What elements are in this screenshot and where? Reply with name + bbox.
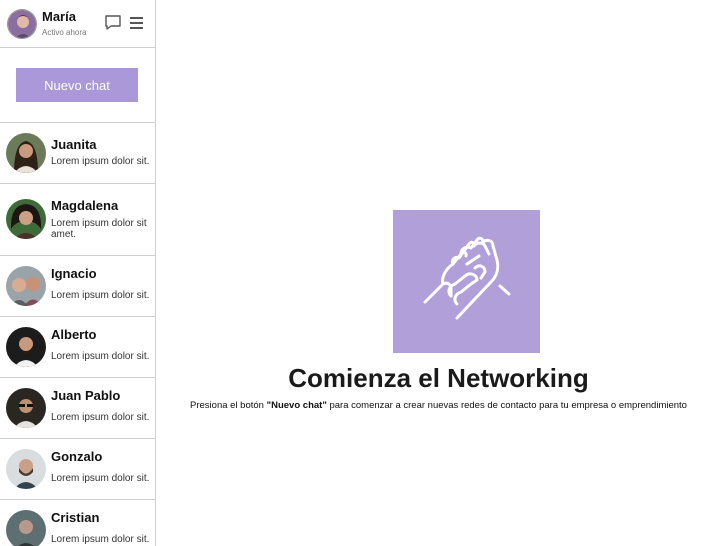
contact-avatar bbox=[6, 449, 46, 489]
contact-item-alberto[interactable]: Alberto Lorem ipsum dolor sit. bbox=[0, 317, 155, 378]
main-description: Presiona el botón "Nuevo chat" para come… bbox=[157, 400, 720, 411]
contact-avatar bbox=[6, 133, 46, 173]
contact-last-message: Lorem ipsum dolor sit. bbox=[51, 412, 150, 423]
contact-name: Cristian bbox=[51, 510, 100, 525]
contact-item-gonzalo[interactable]: Gonzalo Lorem ipsum dolor sit. bbox=[0, 439, 155, 500]
contact-name: Gonzalo bbox=[51, 449, 103, 464]
profile-avatar[interactable] bbox=[7, 9, 37, 39]
profile-header: María Activo ahora bbox=[0, 0, 155, 48]
contact-name: Ignacio bbox=[51, 266, 97, 281]
contact-name: Juanita bbox=[51, 137, 97, 152]
new-chat-area: Nuevo chat bbox=[0, 48, 155, 123]
contact-avatar bbox=[6, 510, 46, 546]
sidebar: María Activo ahora Nuevo chat Juanita Lo… bbox=[0, 0, 156, 546]
main-title: Comienza el Networking bbox=[288, 363, 589, 393]
description-text-before: Presiona el botón bbox=[190, 400, 267, 411]
contact-last-message: Lorem ipsum dolor sit. bbox=[51, 534, 150, 545]
contact-name: Alberto bbox=[51, 327, 97, 342]
handshake-icon bbox=[417, 234, 517, 329]
description-text-after: para comenzar a crear nuevas redes de co… bbox=[326, 400, 687, 411]
contact-last-message: Lorem ipsum dolor sit. bbox=[51, 351, 150, 362]
contact-last-message: Lorem ipsum dolor sit. bbox=[51, 473, 150, 484]
contact-avatar bbox=[6, 388, 46, 428]
contact-name: Juan Pablo bbox=[51, 388, 121, 403]
contact-last-message: Lorem ipsum dolor sit. bbox=[51, 290, 150, 301]
contact-avatar bbox=[6, 327, 46, 367]
networking-icon-box bbox=[393, 210, 540, 353]
contact-last-message: Lorem ipsum dolor sit amet. bbox=[51, 218, 147, 240]
contact-name: Magdalena bbox=[51, 198, 119, 213]
hamburger-menu-icon[interactable] bbox=[128, 14, 146, 32]
contact-avatar bbox=[6, 266, 46, 306]
contact-avatar bbox=[6, 199, 46, 239]
contact-last-message: Lorem ipsum dolor sit. bbox=[51, 156, 150, 167]
new-chat-button[interactable]: Nuevo chat bbox=[16, 68, 138, 102]
contact-item-juanita[interactable]: Juanita Lorem ipsum dolor sit. bbox=[0, 123, 155, 184]
description-highlight: "Nuevo chat" bbox=[266, 400, 327, 411]
contact-item-magdalena[interactable]: Magdalena Lorem ipsum dolor sit amet. bbox=[0, 184, 155, 256]
profile-status: Activo ahora bbox=[42, 28, 87, 37]
profile-name: María bbox=[42, 9, 76, 24]
contact-item-ignacio[interactable]: Ignacio Lorem ipsum dolor sit. bbox=[0, 256, 155, 317]
contact-item-juan-pablo[interactable]: Juan Pablo Lorem ipsum dolor sit. bbox=[0, 378, 155, 439]
contact-item-cristian[interactable]: Cristian Lorem ipsum dolor sit. bbox=[0, 500, 155, 546]
chat-bubble-icon[interactable] bbox=[104, 14, 122, 32]
